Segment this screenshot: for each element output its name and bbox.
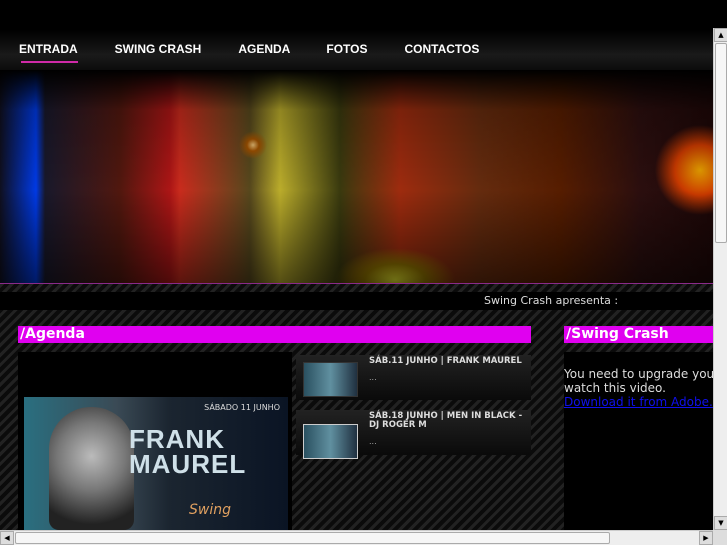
- nav-contactos[interactable]: CONTACTOS: [404, 42, 479, 56]
- poster-logo: Swing: [189, 502, 231, 518]
- video-placeholder: You need to upgrade your watch this vide…: [564, 352, 713, 530]
- upgrade-message-1: You need to upgrade your: [564, 367, 713, 381]
- vertical-scrollbar[interactable]: ▲ ▼: [713, 28, 727, 530]
- scroll-down-icon[interactable]: ▼: [714, 516, 727, 530]
- event-poster[interactable]: SÁBADO 11 JUNHO FRANK MAUREL Swing: [24, 397, 288, 530]
- scroll-left-icon[interactable]: ◀: [0, 531, 14, 545]
- event-desc: ...: [369, 373, 377, 382]
- hero-banner-image: [0, 70, 713, 285]
- horizontal-scroll-thumb[interactable]: [15, 532, 610, 544]
- scroll-up-icon[interactable]: ▲: [714, 28, 727, 42]
- poster-name: FRANK MAUREL: [129, 424, 247, 479]
- scrollbar-corner: [713, 530, 727, 545]
- poster-date: SÁBADO 11 JUNHO: [204, 403, 280, 412]
- event-thumbnail: [303, 424, 358, 459]
- horizontal-scrollbar[interactable]: ◀ ▶: [0, 530, 713, 545]
- nav-swing-crash[interactable]: SWING CRASH: [115, 42, 202, 56]
- nav-entrada[interactable]: ENTRADA: [19, 42, 78, 63]
- agenda-item[interactable]: SÁB.18 JUNHO | MEN IN BLACK - DJ ROGER M…: [296, 410, 531, 459]
- download-flash-link[interactable]: Download it from Adobe.: [564, 395, 713, 409]
- header: ENTRADA SWING CRASH AGENDA FOTOS CONTACT…: [0, 0, 713, 70]
- nav-fotos[interactable]: FOTOS: [326, 42, 367, 56]
- vertical-scroll-thumb[interactable]: [715, 43, 727, 243]
- main-nav: ENTRADA SWING CRASH AGENDA FOTOS CONTACT…: [0, 42, 479, 63]
- nav-agenda[interactable]: AGENDA: [238, 42, 290, 56]
- agenda-heading: /Agenda: [18, 326, 531, 343]
- event-thumbnail: [303, 362, 358, 397]
- ticker-text: Swing Crash apresenta :: [484, 294, 619, 307]
- event-title: SÁB.11 JUNHO | FRANK MAUREL: [369, 356, 522, 366]
- scroll-right-icon[interactable]: ▶: [699, 531, 713, 545]
- swing-crash-heading: /Swing Crash: [564, 326, 713, 343]
- event-title: SÁB.18 JUNHO | MEN IN BLACK - DJ ROGER M: [369, 411, 523, 430]
- ticker-bar: Swing Crash apresenta :: [0, 292, 713, 310]
- dj-photo: [49, 407, 134, 530]
- agenda-item[interactable]: SÁB.11 JUNHO | FRANK MAUREL ...: [296, 355, 531, 400]
- upgrade-message-2: watch this video.: [564, 381, 666, 395]
- event-desc: ...: [369, 437, 377, 446]
